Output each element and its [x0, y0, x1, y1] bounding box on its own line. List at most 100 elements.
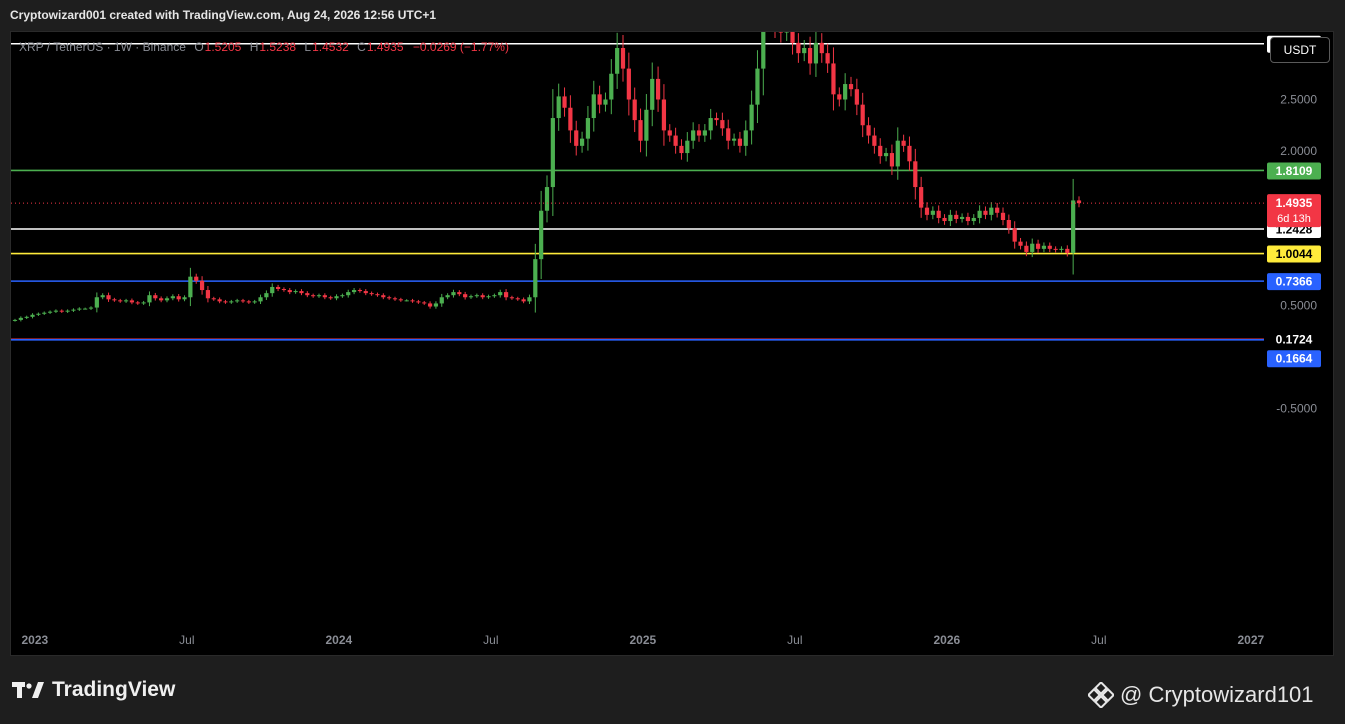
candle-body — [24, 316, 29, 318]
candle-body — [287, 290, 292, 293]
candle-body — [620, 48, 626, 69]
candle-body — [264, 293, 269, 298]
candle-body — [311, 295, 316, 297]
candle-body — [369, 293, 374, 295]
x-tick-label-6: 2026 — [933, 633, 960, 647]
x-tick-label-2: 2024 — [325, 633, 352, 647]
candle-body — [726, 128, 731, 141]
candle-body — [755, 68, 760, 105]
x-tick-label-0: 2023 — [21, 633, 48, 647]
candle-body — [164, 298, 170, 301]
candle-body — [94, 297, 99, 308]
x-tick-label-3: Jul — [483, 633, 498, 647]
candle-body — [328, 297, 333, 299]
candle-body — [47, 311, 53, 313]
candle-body — [615, 48, 620, 74]
candle-body — [942, 217, 947, 222]
candle-body — [959, 216, 965, 219]
candle-body — [691, 130, 696, 141]
candle-body — [439, 297, 444, 304]
candle-body — [334, 296, 339, 299]
candle-body — [112, 299, 117, 301]
candle-body — [445, 295, 450, 298]
candle-body — [527, 297, 532, 302]
candle-body — [574, 130, 579, 146]
candle-body — [123, 300, 129, 302]
candle-body — [679, 145, 684, 154]
candle-body — [848, 84, 854, 90]
candle-body — [194, 276, 199, 281]
candle-body — [422, 302, 427, 304]
candle-body — [673, 135, 678, 146]
candle-body — [217, 299, 222, 302]
candle-body — [667, 130, 672, 136]
candle-body — [1065, 248, 1070, 253]
symbol-legend: XRP / TetherUS · 1W · Binance O1.5205 H1… — [19, 40, 509, 54]
currency-unit-button[interactable]: USDT — [1270, 37, 1330, 63]
x-tick-label-5: Jul — [787, 633, 802, 647]
candle-body — [737, 138, 743, 146]
candle-body — [924, 207, 930, 215]
candle-body — [515, 298, 520, 300]
candle-body — [819, 42, 824, 54]
low-label: L — [304, 40, 312, 54]
candle-body — [433, 303, 439, 307]
candle-body — [556, 96, 561, 119]
candle-body — [965, 216, 971, 222]
candle-body — [1006, 220, 1011, 229]
candle-body — [498, 292, 503, 296]
candle-body — [135, 302, 140, 304]
candle-body — [661, 99, 667, 131]
candle-body — [42, 312, 47, 314]
candle-body — [281, 289, 287, 291]
tradingview-logo[interactable]: TradingView — [12, 678, 175, 702]
candle-body — [913, 161, 918, 188]
candle-body — [854, 89, 859, 105]
candle-body — [533, 259, 538, 298]
chart-attribution: Cryptowizard001 created with TradingView… — [10, 8, 437, 22]
candle-body — [36, 313, 41, 315]
candle-body — [977, 210, 982, 218]
candle-body — [989, 207, 994, 215]
candle-body — [1030, 243, 1035, 252]
time-axis: 2023 Jul 2024 Jul 2025 Jul 2026 Jul 2027 — [21, 633, 1264, 647]
candle-body — [398, 299, 403, 301]
candle-body — [585, 118, 591, 139]
candle-body — [743, 130, 748, 146]
candle-body — [544, 187, 550, 211]
candle-body — [696, 130, 702, 136]
candle-body — [866, 125, 871, 136]
candle-body — [568, 107, 573, 131]
candle-body — [509, 297, 515, 299]
price-chart[interactable]: 4.00002.50002.00000.5000-0.5000 2023Jul2… — [11, 32, 1335, 657]
chart-panel[interactable]: 4.00002.50002.00000.5000-0.5000 2023Jul2… — [10, 31, 1334, 656]
candle-body — [357, 290, 363, 292]
candle-body — [685, 140, 690, 154]
candle-body — [141, 302, 146, 304]
candle-body — [410, 300, 415, 302]
candle-body — [971, 217, 976, 222]
y-tick-label-2: 2.0000 — [1280, 144, 1317, 158]
candle-body — [907, 145, 912, 162]
candle-body — [936, 210, 941, 218]
candle-body — [521, 299, 526, 302]
candle-body — [322, 295, 327, 298]
candle-body — [451, 292, 456, 296]
candle-body — [159, 298, 164, 301]
candle-body — [954, 214, 959, 219]
level-badge-text-6: 0.1724 — [1276, 333, 1313, 347]
candle-body — [831, 63, 836, 95]
candle-body — [872, 135, 877, 146]
open-value: 1.5205 — [204, 40, 242, 54]
candle-body — [609, 73, 614, 100]
candle-body — [1053, 248, 1058, 250]
candle-body — [655, 78, 661, 100]
candle-body — [708, 118, 713, 131]
candle-body — [106, 295, 111, 300]
candle-body — [626, 68, 631, 100]
y-tick-label-1: 2.5000 — [1280, 93, 1317, 107]
candle-body — [1000, 212, 1006, 221]
candle-body — [65, 310, 70, 312]
candle-body — [316, 295, 322, 297]
symbol-name: XRP / TetherUS · 1W · Binance — [19, 40, 186, 54]
